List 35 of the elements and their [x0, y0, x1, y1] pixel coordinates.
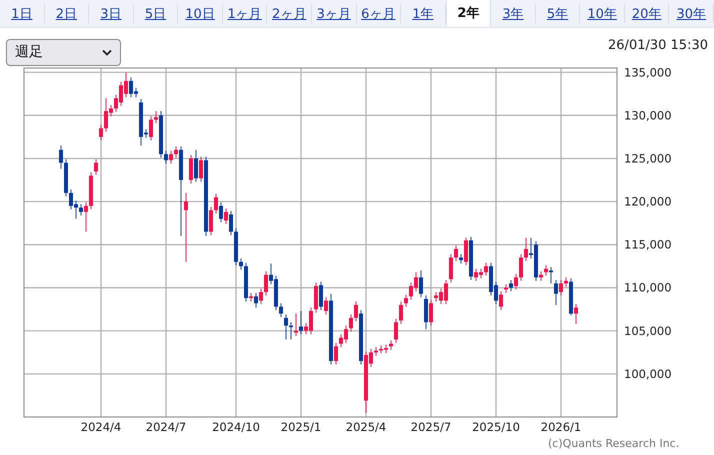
x-axis-label: 2024/4	[80, 420, 122, 434]
y-axis-label: 130,000	[624, 108, 672, 122]
x-axis-label: 2025/7	[410, 420, 452, 434]
period-tab[interactable]: 6ヶ月	[356, 4, 402, 23]
period-tab[interactable]: 3日	[89, 4, 134, 23]
period-tab[interactable]: 2日	[44, 4, 90, 23]
y-axis-label: 125,000	[624, 151, 672, 166]
x-axis-label: 2025/4	[346, 420, 386, 434]
x-axis-label: 2024/10	[212, 420, 260, 434]
y-axis-label: 105,000	[624, 324, 672, 338]
period-tab[interactable]: 1日	[0, 4, 45, 23]
chevron-down-icon	[102, 48, 112, 56]
y-axis-label: 110,000	[624, 280, 672, 295]
period-tab[interactable]: 2年	[446, 0, 492, 27]
y-axis-label: 120,000	[624, 194, 672, 209]
y-axis-label: 100,000	[624, 366, 672, 381]
period-tab[interactable]: 5年	[536, 4, 580, 23]
period-tab[interactable]: 3年	[491, 4, 536, 23]
period-tab[interactable]: 3ヶ月	[312, 4, 356, 23]
interval-dropdown[interactable]: 週足	[6, 38, 121, 66]
y-axis-label: 135,000	[624, 66, 672, 80]
period-tab[interactable]: 5日	[134, 4, 178, 23]
period-tab[interactable]: 10日	[178, 4, 223, 23]
period-tab[interactable]: 10年	[580, 4, 625, 23]
x-axis-label: 2025/1	[280, 420, 322, 434]
period-tab[interactable]: 20年	[624, 4, 670, 23]
timestamp: 26/01/30 15:30	[608, 38, 708, 53]
x-axis-label: 2025/10	[472, 420, 520, 434]
x-axis-label: 2026/1	[540, 420, 582, 434]
x-axis-label: 2024/7	[146, 420, 186, 434]
copyright-text: (c)Quants Research Inc.	[548, 437, 680, 450]
period-tab[interactable]: 30年	[669, 4, 714, 23]
y-axis-label: 115,000	[624, 238, 672, 252]
period-tab[interactable]: 1ヶ月	[222, 4, 268, 23]
period-tab[interactable]: 2ヶ月	[267, 4, 312, 23]
